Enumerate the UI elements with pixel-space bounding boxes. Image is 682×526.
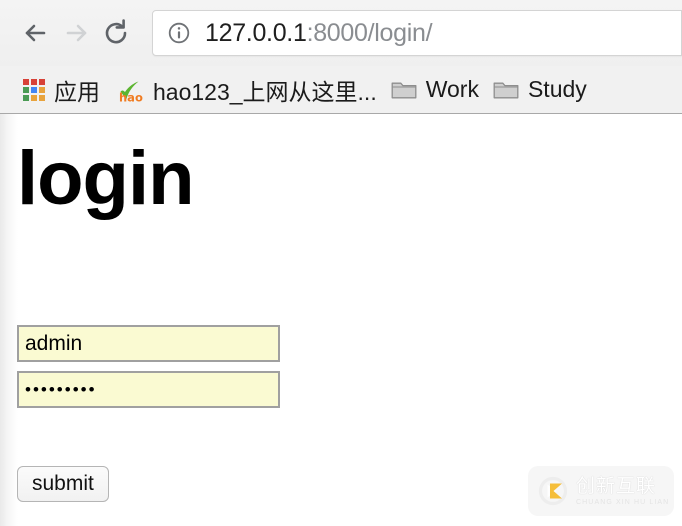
address-bar-url: 127.0.0.1:8000/login/	[205, 18, 433, 48]
address-bar-path: :8000/login/	[306, 18, 433, 47]
submit-button[interactable]: submit	[17, 466, 109, 502]
bookmark-folder-study-label: Study	[527, 76, 587, 102]
bookmark-folder-work[interactable]: Work	[384, 73, 486, 107]
watermark-cn: 创新互联	[576, 474, 657, 497]
bookmark-apps-label: 应用	[54, 78, 100, 105]
hao123-icon: hao	[114, 76, 144, 104]
bookmark-folder-work-label: Work	[425, 76, 479, 102]
bookmark-apps[interactable]: 应用	[16, 73, 107, 107]
watermark-pinyin: CHUANG XIN HU LIAN	[576, 498, 670, 506]
svg-text:hao: hao	[119, 90, 143, 104]
watermark: 创新互联 CHUANG XIN HU LIAN	[528, 466, 674, 516]
reload-button[interactable]	[96, 13, 136, 53]
bookmarks-bar: 应用 hao hao123_上网从这里... Work Study	[0, 66, 682, 113]
address-bar[interactable]: 127.0.0.1:8000/login/	[152, 10, 682, 56]
browser-toolbar: 127.0.0.1:8000/login/	[0, 0, 682, 66]
watermark-text: 创新互联 CHUANG XIN HU LIAN	[576, 474, 670, 506]
apps-grid-icon	[23, 78, 45, 101]
bookmark-hao123[interactable]: hao hao123_上网从这里...	[107, 73, 384, 107]
back-button[interactable]	[16, 13, 56, 53]
info-circle-icon[interactable]	[167, 21, 191, 45]
forward-button	[56, 13, 96, 53]
page-title: login	[17, 136, 195, 221]
browser-chrome: 127.0.0.1:8000/login/ 应用 hao hao123_上网从这…	[0, 0, 682, 114]
address-bar-host: 127.0.0.1	[205, 18, 307, 47]
bookmark-folder-study[interactable]: Study	[486, 73, 594, 107]
login-form: ••••••••• submit	[17, 325, 280, 502]
bookmark-hao123-label: hao123_上网从这里...	[153, 78, 377, 105]
username-input[interactable]	[17, 325, 280, 362]
password-input[interactable]: •••••••••	[17, 371, 280, 408]
page-content: login ••••••••• submit 创新互联 CHUANG XIN H…	[0, 114, 682, 526]
folder-icon	[391, 79, 417, 100]
folder-icon	[493, 79, 519, 100]
watermark-logo-icon	[536, 474, 570, 508]
